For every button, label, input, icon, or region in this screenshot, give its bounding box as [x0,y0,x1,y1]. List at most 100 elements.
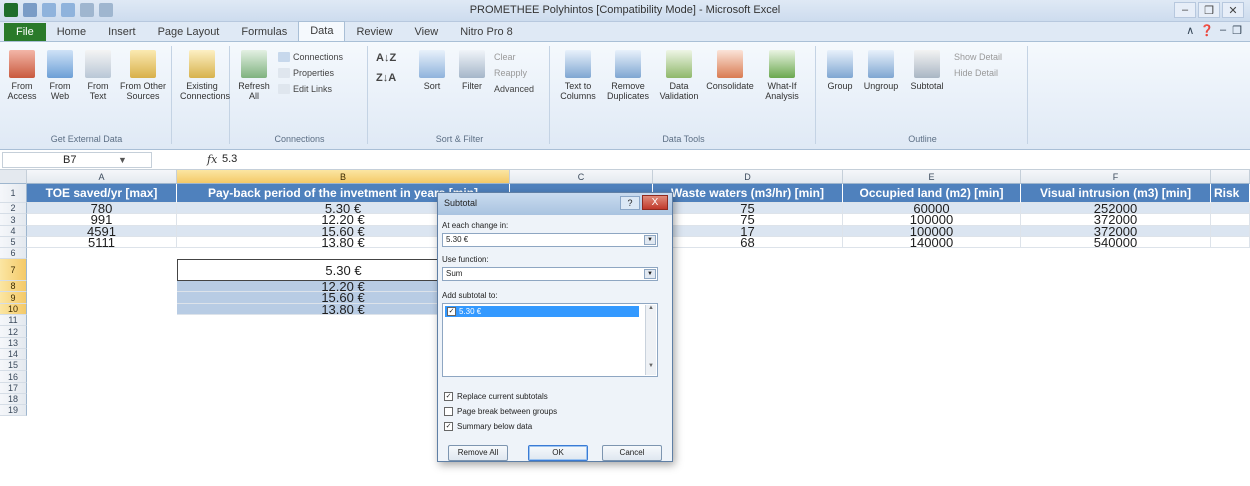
select-all-corner[interactable] [0,170,27,184]
cancel-button[interactable]: Cancel [602,445,662,461]
scroll-down-icon[interactable]: ▼ [646,363,656,369]
table-cell[interactable]: 991 [27,214,177,226]
edit-links-button[interactable]: Edit Links [278,84,332,94]
tab-insert[interactable]: Insert [97,23,147,41]
column-header-f[interactable]: F [1021,170,1211,184]
advanced-button[interactable]: Advanced [494,84,534,94]
dialog-title-bar[interactable]: Subtotal ? X [438,193,672,215]
column-header-d[interactable]: D [653,170,843,184]
table-cell[interactable] [1211,226,1250,237]
formula-input[interactable]: 5.3 [222,153,237,165]
row-header[interactable]: 1 [0,184,27,203]
workbook-minimize-icon[interactable]: – [1220,24,1226,37]
table-cell[interactable]: 372000 [1021,226,1211,237]
clear-button[interactable]: Clear [494,52,516,62]
name-box[interactable]: B7 [2,152,152,168]
from-access-button[interactable]: From Access [4,50,40,101]
table-cell[interactable]: 780 [27,203,177,214]
function-select[interactable]: Sum ▼ [442,267,658,281]
consolidate-button[interactable]: Consolidate [706,50,754,91]
table-cell[interactable]: 68 [653,237,843,248]
header-cell-occupied-land[interactable]: Occupied land (m2) [min] [843,184,1021,203]
column-header-b[interactable]: B [177,170,510,184]
dialog-close-button[interactable]: X [642,195,668,210]
row-header[interactable]: 13 [0,338,27,349]
row-header[interactable]: 14 [0,349,27,360]
tab-data[interactable]: Data [298,21,346,41]
page-break-checkbox[interactable]: Page break between groups [444,407,557,416]
table-cell[interactable] [1211,214,1250,226]
row-header[interactable]: 12 [0,326,27,338]
tab-file[interactable]: File [4,23,46,41]
header-cell-toe[interactable]: TOE saved/yr [max] [27,184,177,203]
chevron-down-icon[interactable]: ▼ [644,235,656,245]
data-validation-button[interactable]: Data Validation [656,50,702,101]
row-header[interactable]: 6 [0,248,27,259]
column-header-a[interactable]: A [27,170,177,184]
table-cell[interactable]: 252000 [1021,203,1211,214]
insert-function-button[interactable]: fx [207,153,217,166]
checkbox-checked-icon[interactable]: ✓ [447,307,456,316]
refresh-all-button[interactable]: Refresh All [236,50,272,101]
replace-subtotals-checkbox[interactable]: ✓ Replace current subtotals [444,392,548,401]
what-if-analysis-button[interactable]: What-If Analysis [758,50,806,101]
table-cell[interactable]: 5111 [27,237,177,248]
row-header[interactable]: 2 [0,203,27,214]
table-cell[interactable]: 4591 [27,226,177,237]
minimize-icon[interactable]: – [1174,2,1196,18]
tab-page-layout[interactable]: Page Layout [147,23,231,41]
tab-home[interactable]: Home [46,23,97,41]
subtotal-button[interactable]: Subtotal [906,50,948,91]
scroll-up-icon[interactable]: ▲ [646,305,656,311]
remove-duplicates-button[interactable]: Remove Duplicates [604,50,652,101]
row-header[interactable]: 15 [0,360,27,371]
tab-review[interactable]: Review [345,23,403,41]
properties-button[interactable]: Properties [278,68,334,78]
row-header[interactable]: 16 [0,371,27,383]
table-cell[interactable] [1211,237,1250,248]
table-cell[interactable]: 540000 [1021,237,1211,248]
sort-button[interactable]: Sort [414,50,450,91]
group-button[interactable]: Group [822,50,858,91]
restore-icon[interactable]: ❒ [1198,2,1220,18]
column-header-g[interactable] [1211,170,1250,184]
row-header[interactable]: 3 [0,214,27,226]
column-header-e[interactable]: E [843,170,1021,184]
name-box-dropdown-icon[interactable]: ▼ [118,152,127,168]
tab-view[interactable]: View [404,23,450,41]
each-change-select[interactable]: 5.30 € ▼ [442,233,658,247]
sort-za-button[interactable]: Z↓A [376,72,396,84]
add-subtotal-list[interactable]: ✓ 5.30 € ▲ ▼ [442,303,658,377]
remove-all-button[interactable]: Remove All [448,445,508,461]
table-cell[interactable]: 372000 [1021,214,1211,226]
table-cell[interactable]: 75 [653,203,843,214]
row-header[interactable]: 4 [0,226,27,237]
table-cell[interactable] [1211,203,1250,214]
header-cell-waste-waters[interactable]: Waste waters (m3/hr) [min] [653,184,843,203]
help-icon[interactable]: ❓ [1200,24,1214,37]
tab-nitro-pro[interactable]: Nitro Pro 8 [449,23,524,41]
list-item[interactable]: ✓ 5.30 € [445,306,639,317]
tab-formulas[interactable]: Formulas [230,23,298,41]
ok-button[interactable]: OK [528,445,588,461]
row-header[interactable]: 7 [0,259,27,281]
table-cell[interactable]: 60000 [843,203,1021,214]
header-cell-risk[interactable]: Risk [1211,184,1250,203]
row-header[interactable]: 18 [0,394,27,405]
table-cell[interactable]: 140000 [843,237,1021,248]
row-header[interactable]: 17 [0,383,27,394]
show-detail-button[interactable]: Show Detail [954,52,1002,62]
row-header[interactable]: 9 [0,292,27,304]
reapply-button[interactable]: Reapply [494,68,527,78]
row-header[interactable]: 5 [0,237,27,248]
summary-below-checkbox[interactable]: ✓ Summary below data [444,422,532,431]
hide-detail-button[interactable]: Hide Detail [954,68,998,78]
column-header-c[interactable]: C [510,170,653,184]
minimize-ribbon-icon[interactable]: ∧ [1186,24,1194,37]
row-header[interactable]: 8 [0,281,27,292]
connections-button[interactable]: Connections [278,52,343,62]
list-scrollbar[interactable]: ▲ ▼ [645,305,656,375]
ungroup-button[interactable]: Ungroup [860,50,902,91]
from-other-sources-button[interactable]: From Other Sources [118,50,168,101]
table-cell[interactable]: 17 [653,226,843,237]
